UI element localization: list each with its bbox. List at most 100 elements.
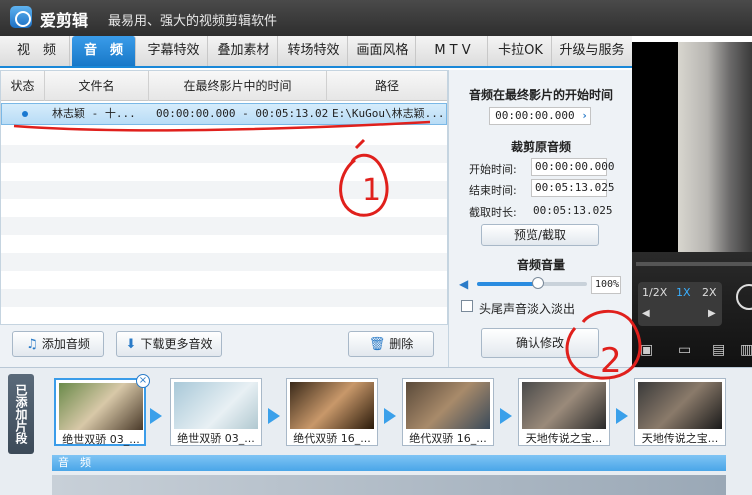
export-icon[interactable]: ▥ — [740, 342, 752, 358]
clip-item[interactable]: 绝世双骄 03_... — [170, 378, 262, 446]
list-stripe — [1, 253, 447, 271]
end-label: 结束时间: — [469, 184, 517, 197]
tab-audio[interactable]: 音 频 — [72, 36, 136, 66]
speed-2x[interactable]: 2X — [702, 286, 717, 299]
col-path[interactable]: 路径 — [327, 71, 447, 101]
delete-button[interactable]: 🗑 删除 — [348, 331, 434, 357]
list-stripe — [1, 217, 447, 235]
duration-label: 截取时长: — [469, 206, 517, 219]
duration-value: 00:05:13.025 — [533, 204, 613, 217]
start-time-title: 音频在最终影片的开始时间 — [468, 88, 613, 102]
tab-upgrade[interactable]: 升级与服务 — [554, 36, 630, 66]
fade-label: 头尾声音淡入淡出 — [479, 302, 576, 316]
add-audio-button[interactable]: ♫ 添加音频 — [12, 331, 104, 357]
volume-knob[interactable] — [532, 277, 544, 289]
clip-item[interactable]: 天地传说之宝... — [518, 378, 610, 446]
folder-icon[interactable]: ▭ — [678, 342, 691, 358]
tab-karaoke[interactable]: 卡拉OK — [490, 36, 552, 66]
app-slogan: 最易用、强大的视频剪辑软件 — [108, 14, 278, 29]
player-controls: 1/2X 1X 2X ◀ ▶ ▣ ▭ ▤ ▥ — [632, 252, 752, 367]
volume-fill — [477, 282, 538, 286]
forward-icon[interactable]: ▶ — [708, 308, 716, 319]
seek-bar[interactable] — [636, 262, 752, 266]
clip-caption: 天地传说之宝... — [525, 432, 603, 445]
row-filename: 林志颖 - 十... — [52, 107, 136, 120]
tab-transitions[interactable]: 转场特效 — [280, 36, 348, 66]
clip-thumbnail — [59, 383, 143, 430]
clip-caption: 绝世双骄 03_... — [62, 433, 140, 446]
clip-caption: 天地传说之宝... — [641, 432, 719, 445]
clip-item[interactable]: 天地传说之宝... — [634, 378, 726, 446]
col-filename[interactable]: 文件名 — [45, 71, 149, 101]
speaker-icon: ◀ — [459, 277, 469, 291]
list-stripe — [1, 127, 447, 145]
save-icon[interactable]: ▤ — [712, 342, 725, 358]
trim-title: 裁剪原音频 — [510, 140, 571, 154]
volume-title: 音频音量 — [516, 258, 565, 272]
clip-timeline: 已添加片段 绝世双骄 03_... × 绝世双骄 03_... 绝代双骄 16_… — [0, 367, 752, 495]
confirm-button[interactable]: 确认修改 — [481, 328, 599, 358]
main-tabs: 视 频 音 频 字幕特效 叠加素材 转场特效 画面风格 M T V 卡拉OK 升… — [0, 36, 632, 68]
audio-track[interactable] — [52, 475, 726, 495]
clip-thumbnail — [522, 382, 606, 429]
video-preview — [632, 42, 752, 252]
arrow-icon — [268, 408, 280, 424]
play-icon[interactable] — [736, 284, 752, 310]
arrow-icon — [500, 408, 512, 424]
trash-icon: 🗑 — [368, 337, 386, 352]
row-time: 00:00:00.000 - 00:05:13.025 — [156, 107, 328, 120]
clip-caption: 绝代双骄 16_... — [293, 432, 371, 445]
tab-style[interactable]: 画面风格 — [350, 36, 416, 66]
list-actions: ♫ 添加音频 ⬇ 下载更多音效 🗑 删除 — [0, 325, 448, 367]
clip-thumbnail — [290, 382, 374, 429]
snapshot-icon[interactable]: ▣ — [640, 342, 653, 358]
tab-mtv[interactable]: M T V — [418, 36, 488, 66]
table-row[interactable]: 林志颖 - 十... 00:00:00.000 - 00:05:13.025 E… — [1, 103, 447, 125]
speed-1x[interactable]: 1X — [676, 286, 691, 299]
app-title: 爱剪辑 — [40, 11, 89, 30]
arrow-icon — [616, 408, 628, 424]
tab-video[interactable]: 视 频 — [4, 36, 70, 66]
clip-thumbnail — [406, 382, 490, 429]
clip-item[interactable]: 绝世双骄 03_... × — [54, 374, 150, 446]
clip-caption: 绝代双骄 16_... — [409, 432, 487, 445]
arrow-icon — [150, 408, 162, 424]
trim-end-input[interactable]: 00:05:13.025 — [531, 179, 614, 197]
list-stripe — [1, 145, 447, 163]
audio-list: 状态 文件名 在最终影片中的时间 路径 林志颖 - 十... 00:00:00.… — [0, 70, 448, 325]
app-logo-icon — [10, 6, 32, 28]
volume-track[interactable] — [477, 277, 587, 289]
start-label: 开始时间: — [469, 163, 517, 176]
col-status[interactable]: 状态 — [1, 71, 45, 101]
clip-item[interactable]: 绝代双骄 16_... — [402, 378, 494, 446]
chevron-right-icon: › — [581, 109, 588, 122]
start-time-input[interactable]: 00:00:00.000 › — [489, 107, 591, 125]
rewind-icon[interactable]: ◀ — [642, 308, 650, 319]
preview-frame — [678, 42, 752, 252]
download-more-button[interactable]: ⬇ 下载更多音效 — [116, 331, 222, 357]
audio-track-bar: 音 频 — [52, 455, 726, 471]
clip-thumbnail — [638, 382, 722, 429]
audio-settings-panel: 音频在最终影片的开始时间 00:00:00.000 › 裁剪原音频 开始时间: … — [448, 70, 632, 367]
tab-overlay[interactable]: 叠加素材 — [210, 36, 278, 66]
speed-half[interactable]: 1/2X — [642, 286, 667, 299]
added-clips-label: 已添加片段 — [8, 374, 34, 454]
download-icon: ⬇ — [125, 337, 137, 352]
speed-panel: 1/2X 1X 2X ◀ ▶ — [638, 282, 722, 326]
title-bar: 爱剪辑 最易用、强大的视频剪辑软件 — [0, 0, 752, 36]
arrow-icon — [384, 408, 396, 424]
clip-item[interactable]: 绝代双骄 16_... — [286, 378, 378, 446]
status-dot-icon — [22, 111, 28, 117]
row-path: E:\KuGou\林志颖... — [332, 107, 444, 120]
clip-thumbnail — [174, 382, 258, 429]
volume-value[interactable]: 100% — [591, 276, 621, 294]
close-icon[interactable]: × — [136, 374, 150, 388]
tab-subtitles[interactable]: 字幕特效 — [140, 36, 208, 66]
clip-caption: 绝世双骄 03_... — [177, 432, 255, 445]
list-stripe — [1, 181, 447, 199]
preview-trim-button[interactable]: 预览/截取 — [481, 224, 599, 246]
fade-checkbox[interactable] — [461, 300, 473, 312]
trim-start-input[interactable]: 00:00:00.000 — [531, 158, 614, 176]
col-time[interactable]: 在最终影片中的时间 — [149, 71, 327, 101]
list-header: 状态 文件名 在最终影片中的时间 路径 — [1, 71, 447, 101]
